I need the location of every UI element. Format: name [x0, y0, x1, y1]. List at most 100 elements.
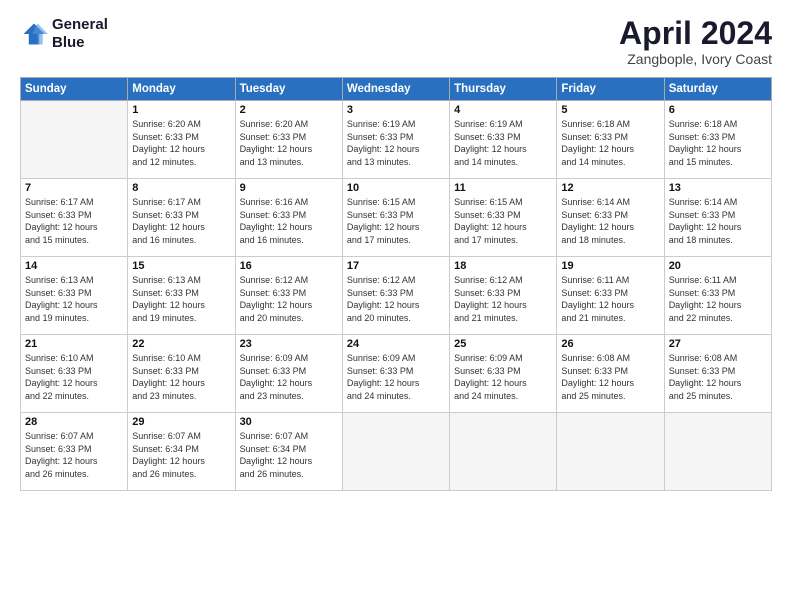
cell-info: Sunrise: 6:10 AMSunset: 6:33 PMDaylight:… [25, 352, 123, 402]
cell-info: Sunrise: 6:12 AMSunset: 6:33 PMDaylight:… [347, 274, 445, 324]
logo-line1: General [52, 16, 108, 34]
cell-info: Sunrise: 6:13 AMSunset: 6:33 PMDaylight:… [25, 274, 123, 324]
day-number: 9 [240, 182, 338, 194]
cell-info: Sunrise: 6:11 AMSunset: 6:33 PMDaylight:… [561, 274, 659, 324]
week-row-1: 1Sunrise: 6:20 AMSunset: 6:33 PMDaylight… [21, 101, 772, 179]
calendar-cell: 15 Sunrise: 6:13 AMSunset: 6:33 PMDayligh… [128, 257, 235, 335]
calendar-cell: 29 Sunrise: 6:07 AMSunset: 6:34 PMDayligh… [128, 413, 235, 491]
cell-info: Sunrise: 6:20 AMSunset: 6:33 PMDaylight:… [132, 118, 230, 168]
week-row-3: 14 Sunrise: 6:13 AMSunset: 6:33 PMDayligh… [21, 257, 772, 335]
cell-info: Sunrise: 6:09 AMSunset: 6:33 PMDaylight:… [347, 352, 445, 402]
calendar-cell: 17 Sunrise: 6:12 AMSunset: 6:33 PMDayligh… [342, 257, 449, 335]
calendar-cell: 30 Sunrise: 6:07 AMSunset: 6:34 PMDayligh… [235, 413, 342, 491]
title-block: April 2024 Zangbople, Ivory Coast [619, 16, 772, 67]
calendar-cell: 13Sunrise: 6:14 AMSunset: 6:33 PMDayligh… [664, 179, 771, 257]
col-header-sunday: Sunday [21, 78, 128, 101]
calendar-cell: 4 Sunrise: 6:19 AMSunset: 6:33 PMDaylight… [450, 101, 557, 179]
calendar-cell: 3 Sunrise: 6:19 AMSunset: 6:33 PMDaylight… [342, 101, 449, 179]
col-header-tuesday: Tuesday [235, 78, 342, 101]
cell-info: Sunrise: 6:08 AMSunset: 6:33 PMDaylight:… [669, 352, 767, 402]
logo-line2: Blue [52, 34, 108, 52]
week-row-5: 28Sunrise: 6:07 AMSunset: 6:33 PMDayligh… [21, 413, 772, 491]
calendar-cell: 28Sunrise: 6:07 AMSunset: 6:33 PMDayligh… [21, 413, 128, 491]
location: Zangbople, Ivory Coast [619, 51, 772, 67]
cell-info: Sunrise: 6:14 AMSunset: 6:33 PMDaylight:… [561, 196, 659, 246]
calendar-cell: 20 Sunrise: 6:11 AMSunset: 6:33 PMDayligh… [664, 257, 771, 335]
cell-info: Sunrise: 6:07 AMSunset: 6:34 PMDaylight:… [132, 430, 230, 480]
day-number: 23 [240, 338, 338, 350]
calendar-cell [21, 101, 128, 179]
calendar-cell: 27 Sunrise: 6:08 AMSunset: 6:33 PMDayligh… [664, 335, 771, 413]
logo-icon [20, 20, 48, 48]
calendar-cell: 2 Sunrise: 6:20 AMSunset: 6:33 PMDaylight… [235, 101, 342, 179]
page: General Blue April 2024 Zangbople, Ivory… [0, 0, 792, 612]
calendar-cell: 9 Sunrise: 6:16 AMSunset: 6:33 PMDaylight… [235, 179, 342, 257]
day-number: 13 [669, 182, 767, 194]
day-number: 6 [669, 104, 767, 116]
logo-text: General Blue [52, 16, 108, 52]
calendar-cell [557, 413, 664, 491]
day-number: 2 [240, 104, 338, 116]
cell-info: Sunrise: 6:07 AMSunset: 6:34 PMDaylight:… [240, 430, 338, 480]
month-title: April 2024 [619, 16, 772, 51]
cell-info: Sunrise: 6:09 AMSunset: 6:33 PMDaylight:… [454, 352, 552, 402]
day-number: 3 [347, 104, 445, 116]
day-number: 27 [669, 338, 767, 350]
cell-info: Sunrise: 6:19 AMSunset: 6:33 PMDaylight:… [347, 118, 445, 168]
calendar-cell: 14 Sunrise: 6:13 AMSunset: 6:33 PMDayligh… [21, 257, 128, 335]
calendar-cell: 10 Sunrise: 6:15 AMSunset: 6:33 PMDayligh… [342, 179, 449, 257]
day-number: 25 [454, 338, 552, 350]
calendar-cell: 24 Sunrise: 6:09 AMSunset: 6:33 PMDayligh… [342, 335, 449, 413]
cell-info: Sunrise: 6:18 AMSunset: 6:33 PMDaylight:… [669, 118, 767, 168]
day-number: 12 [561, 182, 659, 194]
calendar-cell: 6 Sunrise: 6:18 AMSunset: 6:33 PMDaylight… [664, 101, 771, 179]
cell-info: Sunrise: 6:10 AMSunset: 6:33 PMDaylight:… [132, 352, 230, 402]
day-number: 30 [240, 416, 338, 428]
header: General Blue April 2024 Zangbople, Ivory… [20, 16, 772, 67]
calendar-cell: 5Sunrise: 6:18 AMSunset: 6:33 PMDaylight… [557, 101, 664, 179]
calendar-cell: 16Sunrise: 6:12 AMSunset: 6:33 PMDayligh… [235, 257, 342, 335]
day-number: 19 [561, 260, 659, 272]
cell-info: Sunrise: 6:17 AMSunset: 6:33 PMDaylight:… [132, 196, 230, 246]
day-number: 14 [25, 260, 123, 272]
calendar-cell: 23Sunrise: 6:09 AMSunset: 6:33 PMDayligh… [235, 335, 342, 413]
day-number: 24 [347, 338, 445, 350]
day-number: 29 [132, 416, 230, 428]
cell-info: Sunrise: 6:16 AMSunset: 6:33 PMDaylight:… [240, 196, 338, 246]
day-number: 10 [347, 182, 445, 194]
day-number: 17 [347, 260, 445, 272]
header-row: SundayMondayTuesdayWednesdayThursdayFrid… [21, 78, 772, 101]
col-header-saturday: Saturday [664, 78, 771, 101]
logo: General Blue [20, 16, 108, 52]
day-number: 8 [132, 182, 230, 194]
cell-info: Sunrise: 6:13 AMSunset: 6:33 PMDaylight:… [132, 274, 230, 324]
day-number: 26 [561, 338, 659, 350]
calendar-cell [664, 413, 771, 491]
day-number: 20 [669, 260, 767, 272]
cell-info: Sunrise: 6:20 AMSunset: 6:33 PMDaylight:… [240, 118, 338, 168]
day-number: 7 [25, 182, 123, 194]
cell-info: Sunrise: 6:12 AMSunset: 6:33 PMDaylight:… [240, 274, 338, 324]
cell-info: Sunrise: 6:15 AMSunset: 6:33 PMDaylight:… [347, 196, 445, 246]
day-number: 15 [132, 260, 230, 272]
day-number: 28 [25, 416, 123, 428]
cell-info: Sunrise: 6:15 AMSunset: 6:33 PMDaylight:… [454, 196, 552, 246]
cell-info: Sunrise: 6:11 AMSunset: 6:33 PMDaylight:… [669, 274, 767, 324]
calendar-cell: 8 Sunrise: 6:17 AMSunset: 6:33 PMDaylight… [128, 179, 235, 257]
calendar-cell: 25 Sunrise: 6:09 AMSunset: 6:33 PMDayligh… [450, 335, 557, 413]
calendar-cell: 21Sunrise: 6:10 AMSunset: 6:33 PMDayligh… [21, 335, 128, 413]
col-header-monday: Monday [128, 78, 235, 101]
calendar-cell: 1Sunrise: 6:20 AMSunset: 6:33 PMDaylight… [128, 101, 235, 179]
calendar-cell [450, 413, 557, 491]
day-number: 11 [454, 182, 552, 194]
calendar-cell: 26Sunrise: 6:08 AMSunset: 6:33 PMDayligh… [557, 335, 664, 413]
week-row-2: 7 Sunrise: 6:17 AMSunset: 6:33 PMDaylight… [21, 179, 772, 257]
calendar-cell: 19 Sunrise: 6:11 AMSunset: 6:33 PMDayligh… [557, 257, 664, 335]
cell-info: Sunrise: 6:19 AMSunset: 6:33 PMDaylight:… [454, 118, 552, 168]
day-number: 4 [454, 104, 552, 116]
cell-info: Sunrise: 6:17 AMSunset: 6:33 PMDaylight:… [25, 196, 123, 246]
col-header-thursday: Thursday [450, 78, 557, 101]
day-number: 18 [454, 260, 552, 272]
day-number: 22 [132, 338, 230, 350]
calendar-cell: 18Sunrise: 6:12 AMSunset: 6:33 PMDayligh… [450, 257, 557, 335]
